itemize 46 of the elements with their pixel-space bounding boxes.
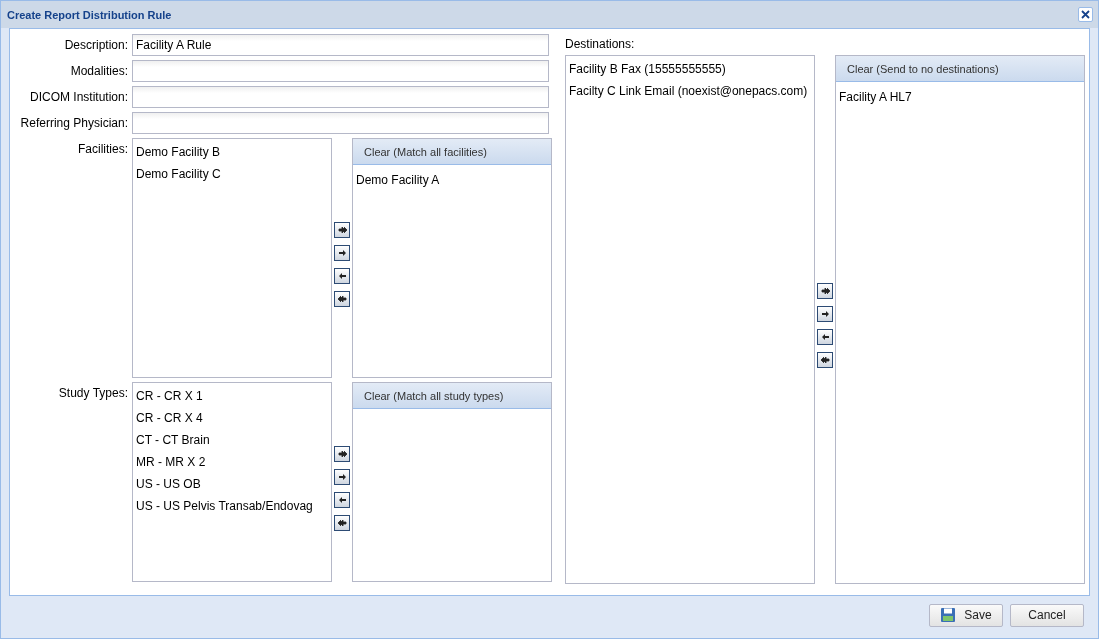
list-item[interactable]: Facility B Fax (15555555555) (566, 58, 729, 80)
clear-button[interactable]: Clear (Match all study types) (353, 383, 551, 409)
list-item[interactable]: MR - MR X 2 (133, 451, 209, 473)
field-label: Destinations: (565, 36, 636, 53)
add-all-button[interactable] (334, 445, 350, 462)
arrow-right-icon (819, 308, 831, 320)
clear-button[interactable]: Clear (Match all facilities) (353, 139, 551, 165)
list-item[interactable]: Demo Facility C (133, 163, 224, 185)
field-label: Modalities: (69, 63, 128, 80)
field-label: Referring Physician: (19, 115, 128, 132)
list-item[interactable]: Facility A HL7 (836, 86, 915, 108)
double-arrow-left-icon (819, 354, 831, 366)
list-item[interactable]: US - US Pelvis Transab/Endovag (133, 495, 316, 517)
save-button[interactable]: Save (929, 603, 1003, 627)
remove-all-button[interactable] (334, 290, 350, 307)
cancel-button[interactable]: Cancel (1010, 603, 1084, 627)
clear-button[interactable]: Clear (Send to no destinations) (836, 56, 1084, 82)
text-field[interactable]: Facility A Rule (132, 34, 549, 56)
add-button[interactable] (817, 306, 833, 322)
close-button[interactable] (1078, 7, 1093, 22)
text-field[interactable] (132, 86, 549, 108)
field-label: DICOM Institution: (28, 89, 128, 106)
close-icon (1080, 9, 1091, 20)
text-field[interactable] (132, 112, 549, 134)
field-label: Description: (63, 37, 128, 54)
remove-button[interactable] (334, 267, 350, 284)
remove-button[interactable] (334, 491, 350, 508)
add-all-button[interactable] (817, 283, 833, 299)
field-label: Study Types: (57, 385, 128, 401)
list-item[interactable]: Demo Facility A (353, 169, 443, 191)
add-button[interactable] (334, 468, 350, 485)
remove-button[interactable] (817, 329, 833, 345)
text-field[interactable] (132, 60, 549, 82)
add-all-button[interactable] (334, 221, 350, 238)
list-item[interactable]: US - US OB (133, 473, 204, 495)
list-item[interactable]: CR - CR X 4 (133, 407, 206, 429)
list-item[interactable]: CT - CT Brain (133, 429, 213, 451)
remove-all-button[interactable] (817, 352, 833, 368)
remove-all-button[interactable] (334, 514, 350, 531)
list-item[interactable]: CR - CR X 1 (133, 385, 206, 407)
window-title: Create Report Distribution Rule (7, 8, 172, 21)
field-label: Facilities: (77, 141, 128, 157)
double-arrow-right-icon (819, 285, 831, 297)
list-item[interactable]: Demo Facility B (133, 141, 224, 163)
add-button[interactable] (334, 244, 350, 261)
list-item[interactable]: Facilty C Link Email (noexist@onepacs.com) (566, 80, 811, 102)
